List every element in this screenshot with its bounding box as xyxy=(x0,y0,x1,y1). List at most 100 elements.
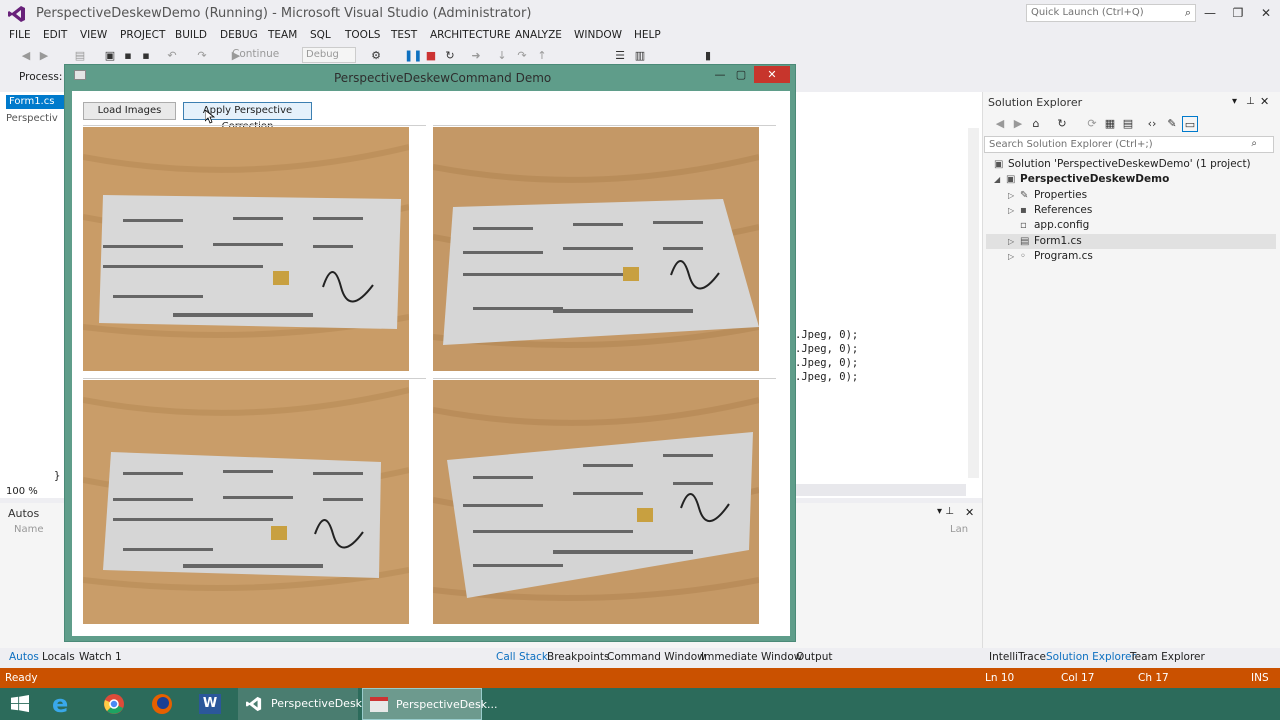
menu-analyze[interactable]: ANALYZE xyxy=(515,29,562,41)
se-pin-icon[interactable]: ⊥ xyxy=(1246,96,1255,107)
tree-item-references[interactable]: ▷ ▪ References xyxy=(1008,204,1092,216)
restore-button[interactable]: ❐ xyxy=(1226,4,1250,22)
sync-icon[interactable]: ↻ xyxy=(1054,116,1070,132)
show-next-statement-icon[interactable]: ➜ xyxy=(468,48,484,64)
collapsed-arrow-icon[interactable]: ▷ xyxy=(1008,206,1020,215)
undo-icon[interactable]: ↶ xyxy=(164,48,180,64)
taskbar-visual-studio[interactable]: PerspectiveDesk... xyxy=(238,688,373,720)
apply-perspective-correction-button[interactable]: Apply Perspective Correction xyxy=(183,102,312,132)
menu-architecture[interactable]: ARCHITECTURE xyxy=(430,29,511,41)
tree-item-program[interactable]: ▷ ◦ Program.cs xyxy=(1008,250,1093,262)
menu-help[interactable]: HELP xyxy=(634,29,661,41)
collapsed-arrow-icon[interactable]: ▷ xyxy=(1008,191,1020,200)
start-button[interactable] xyxy=(0,688,40,720)
tab-call-stack[interactable]: Call Stack xyxy=(496,651,548,663)
menu-build[interactable]: BUILD xyxy=(175,29,207,41)
minimize-button[interactable]: — xyxy=(1198,4,1222,22)
tab-immediate-window[interactable]: Immediate Window xyxy=(701,651,802,663)
tree-item-app-config[interactable]: ▫ app.config xyxy=(1008,219,1089,231)
taskbar-word[interactable]: W xyxy=(190,688,230,720)
taskbar-firefox[interactable] xyxy=(142,688,182,720)
view-code-icon[interactable]: ‹› xyxy=(1144,116,1160,132)
home-icon[interactable]: ⌂ xyxy=(1028,116,1044,132)
editor-vertical-scrollbar[interactable] xyxy=(968,128,979,478)
autos-column-language[interactable]: Lan xyxy=(950,524,968,535)
se-dropdown-icon[interactable]: ▾ xyxy=(1232,96,1237,107)
stop-icon[interactable]: ■ xyxy=(423,48,439,64)
menu-edit[interactable]: EDIT xyxy=(43,29,67,41)
step-into-icon[interactable]: ↓ xyxy=(494,48,510,64)
taskbar-ie[interactable]: e xyxy=(44,688,84,720)
tab-breakpoints[interactable]: Breakpoints xyxy=(547,651,610,663)
quick-launch-input[interactable]: Quick Launch (Ctrl+Q) ⌕ xyxy=(1026,4,1196,22)
attach-icon[interactable]: ⚙ xyxy=(368,48,384,64)
menu-view[interactable]: VIEW xyxy=(80,29,107,41)
menu-team[interactable]: TEAM xyxy=(268,29,297,41)
collapsed-arrow-icon[interactable]: ▷ xyxy=(1008,252,1020,261)
continue-button[interactable]: Continue xyxy=(232,48,279,60)
tab-locals[interactable]: Locals xyxy=(42,651,75,663)
tab-autos[interactable]: Autos xyxy=(9,651,39,663)
menu-tools[interactable]: TOOLS xyxy=(345,29,380,41)
format-icon[interactable]: ☰ xyxy=(612,48,628,64)
window-title: PerspectiveDeskewDemo (Running) - Micros… xyxy=(36,6,532,21)
preview-icon[interactable]: ▭ xyxy=(1182,116,1198,132)
close-button[interactable]: ✕ xyxy=(1254,4,1278,22)
open-file-icon[interactable]: ▣ xyxy=(102,48,118,64)
internet-explorer-icon: e xyxy=(52,690,69,718)
autos-column-name[interactable]: Name xyxy=(14,524,44,535)
show-files-icon[interactable]: ▤ xyxy=(1120,116,1136,132)
menu-window[interactable]: WINDOW xyxy=(574,29,622,41)
tab-solution-explorer[interactable]: Solution Explorer xyxy=(1046,651,1136,663)
step-over-icon[interactable]: ↷ xyxy=(514,48,530,64)
tab-form1[interactable]: Form1.cs xyxy=(6,95,64,109)
properties-icon[interactable]: ✎ xyxy=(1164,116,1180,132)
refresh-icon[interactable]: ⟳ xyxy=(1084,116,1100,132)
new-project-icon[interactable]: ▤ xyxy=(72,48,88,64)
tab-command-window[interactable]: Command Window xyxy=(607,651,706,663)
solution-explorer-search[interactable]: Search Solution Explorer (Ctrl+;) ⌕ xyxy=(984,136,1274,153)
tab-team-explorer[interactable]: Team Explorer xyxy=(1130,651,1205,663)
redo-icon[interactable]: ↷ xyxy=(194,48,210,64)
tab-output[interactable]: Output xyxy=(796,651,832,663)
save-all-icon[interactable]: ▪ xyxy=(138,48,154,64)
tab-intellitrace[interactable]: IntelliTrace xyxy=(989,651,1046,663)
tab-watch1[interactable]: Watch 1 xyxy=(79,651,122,663)
se-close-icon[interactable]: ✕ xyxy=(1260,95,1269,108)
editor-horizontal-scrollbar[interactable] xyxy=(796,484,966,496)
step-out-icon[interactable]: ↑ xyxy=(534,48,550,64)
se-forward-icon[interactable]: ▶ xyxy=(1010,116,1026,132)
back-icon[interactable]: ◀ xyxy=(18,48,34,64)
demo-maximize-button[interactable]: ▢ xyxy=(731,68,751,82)
tree-item-form1[interactable]: ▷ ▤ Form1.cs xyxy=(1008,235,1082,247)
forward-icon[interactable]: ▶ xyxy=(36,48,52,64)
tree-solution[interactable]: ▣ Solution 'PerspectiveDeskewDemo' (1 pro… xyxy=(994,158,1251,170)
menu-sql[interactable]: SQL xyxy=(310,29,331,41)
navigation-bar[interactable]: Perspectiv xyxy=(6,113,68,127)
save-icon[interactable]: ▪ xyxy=(120,48,136,64)
load-images-button[interactable]: Load Images xyxy=(83,102,176,120)
demo-close-button[interactable]: ✕ xyxy=(754,66,790,83)
indent-icon[interactable]: ▥ xyxy=(632,48,648,64)
expanded-arrow-icon[interactable]: ◢ xyxy=(994,175,1006,184)
taskbar-demo-app[interactable]: PerspectiveDesk... xyxy=(362,688,498,720)
collapsed-arrow-icon[interactable]: ▷ xyxy=(1008,237,1020,246)
pin-icon[interactable]: ▾ ⊥ xyxy=(937,506,954,517)
menu-debug[interactable]: DEBUG xyxy=(220,29,258,41)
tree-item-label: app.config xyxy=(1034,219,1090,231)
tree-item-properties[interactable]: ▷ ✎ Properties xyxy=(1008,189,1087,201)
autos-close-icon[interactable]: ✕ xyxy=(965,506,974,519)
collapse-icon[interactable]: ▦ xyxy=(1102,116,1118,132)
tree-project[interactable]: ◢ ▣ PerspectiveDeskewDemo xyxy=(994,173,1169,185)
taskbar-chrome[interactable] xyxy=(94,688,134,720)
restart-icon[interactable]: ↻ xyxy=(442,48,458,64)
config-select[interactable]: Debug xyxy=(302,47,356,63)
bookmark-icon[interactable]: ▮ xyxy=(700,48,716,64)
menu-project[interactable]: PROJECT xyxy=(120,29,165,41)
menu-file[interactable]: FILE xyxy=(9,29,31,41)
zoom-level[interactable]: 100 % xyxy=(6,486,38,497)
menu-test[interactable]: TEST xyxy=(391,29,417,41)
demo-minimize-button[interactable]: — xyxy=(710,68,730,82)
se-back-icon[interactable]: ◀ xyxy=(992,116,1008,132)
pause-icon[interactable]: ❚❚ xyxy=(404,48,422,64)
